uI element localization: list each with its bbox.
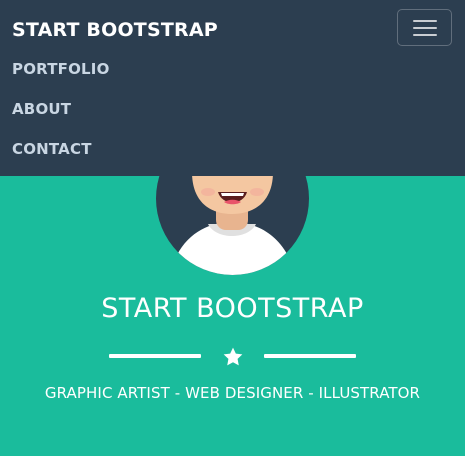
hamburger-menu-icon [413, 20, 437, 22]
navbar-toggle-button[interactable] [397, 9, 452, 46]
nav-link-portfolio[interactable]: PORTFOLIO [12, 59, 110, 79]
nav-link-contact[interactable]: CONTACT [12, 139, 92, 159]
nav-link-about[interactable]: ABOUT [12, 99, 71, 119]
navbar: START BOOTSTRAP PORTFOLIO ABOUT CONTACT [0, 0, 465, 176]
page: START BOOTSTRAP PORTFOLIO ABOUT CONTACT … [0, 0, 465, 456]
divider-line-left [109, 354, 201, 358]
hamburger-menu-icon [413, 27, 437, 29]
hamburger-menu-icon [413, 34, 437, 36]
navbar-brand[interactable]: START BOOTSTRAP [12, 17, 218, 43]
divider-line-right [264, 354, 356, 358]
masthead-title: START BOOTSTRAP [101, 293, 364, 324]
masthead-subtitle: GRAPHIC ARTIST - WEB DESIGNER - ILLUSTRA… [44, 384, 421, 402]
star-icon [223, 347, 243, 366]
